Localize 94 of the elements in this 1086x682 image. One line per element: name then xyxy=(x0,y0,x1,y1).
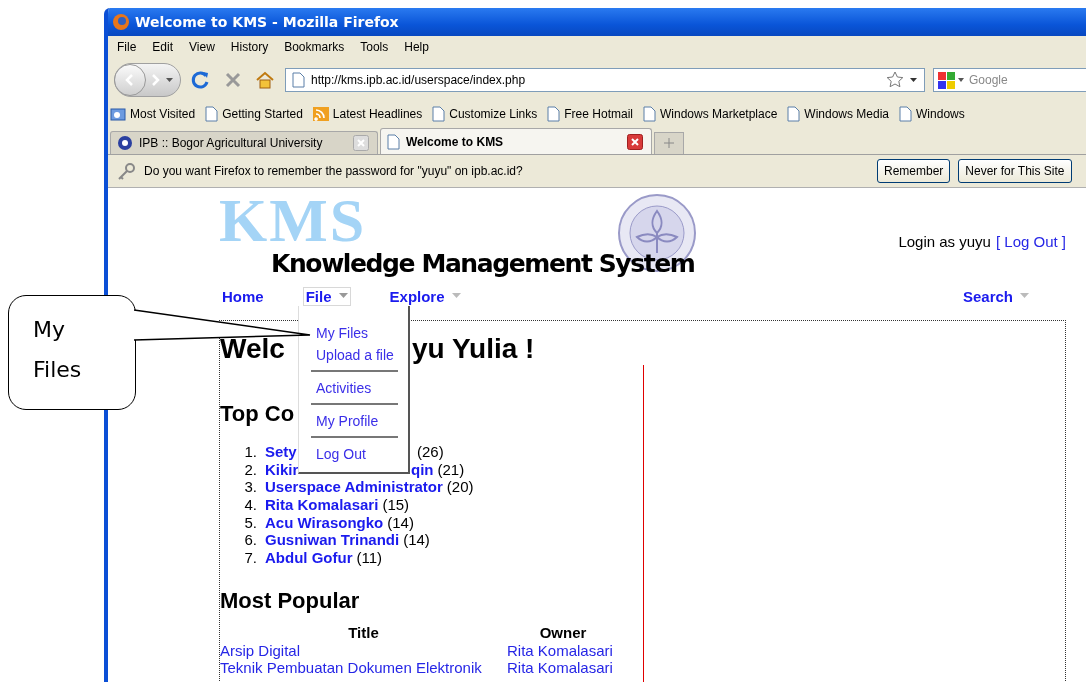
contributor-link[interactable]: Kikir xyxy=(265,460,299,478)
contributor-link[interactable]: Gusniwan Trinandi xyxy=(265,531,400,549)
owner-link[interactable]: Rita Komalasari xyxy=(507,642,619,660)
list-number: 4. xyxy=(243,496,257,514)
column-header: Owner xyxy=(538,624,588,643)
window-title: Welcome to KMS - Mozilla Firefox xyxy=(135,14,399,30)
menu-item[interactable]: File xyxy=(114,38,144,56)
close-icon xyxy=(224,71,242,89)
nav-link[interactable]: File xyxy=(302,286,351,306)
page-icon xyxy=(292,72,305,88)
bookmark-link[interactable]: Windows xyxy=(899,106,965,122)
dropdown-item[interactable]: My Files xyxy=(311,322,398,344)
bookmark-link[interactable]: Getting Started xyxy=(205,106,303,122)
section-heading: Most Popular xyxy=(220,588,360,615)
menu-item[interactable]: Edit xyxy=(149,38,181,56)
star-icon[interactable] xyxy=(886,71,904,89)
document-link[interactable]: Arsip Digital xyxy=(220,642,507,660)
contributor-link[interactable]: Userspace Administrator xyxy=(265,478,443,496)
contribution-count: (20) xyxy=(446,478,474,496)
menu-item[interactable]: View xyxy=(186,38,222,56)
contributor-link[interactable]: Acu Wirasongko xyxy=(265,513,384,531)
logo-title: Knowledge Management System xyxy=(271,248,695,280)
page-icon xyxy=(205,106,219,122)
page-icon xyxy=(387,133,400,150)
list-number: 3. xyxy=(243,478,257,496)
logout-link[interactable]: [ Log Out ] xyxy=(995,232,1066,250)
home-icon xyxy=(255,71,275,89)
browser-logo-icon xyxy=(112,13,130,31)
notification-message: Do you want Firefox to remember the password for "yuyu" on ipb.ac.id? xyxy=(144,164,524,178)
bookmark-link[interactable]: Latest Headlines xyxy=(312,107,423,121)
dropdown-item[interactable]: Activities xyxy=(311,377,398,399)
menu-item[interactable]: Tools xyxy=(357,38,396,56)
contribution-count: (21) xyxy=(437,460,465,478)
dropdown-item[interactable]: Upload a file xyxy=(311,344,398,366)
page-icon xyxy=(787,106,801,122)
plus-icon xyxy=(664,137,674,148)
bookmark-link[interactable]: Most Visited xyxy=(110,107,196,121)
list-number: 6. xyxy=(243,531,257,549)
search-engine-icon[interactable] xyxy=(937,71,965,89)
menu-item[interactable]: Help xyxy=(401,38,436,56)
caret-icon[interactable] xyxy=(910,77,918,83)
new-tab-button[interactable] xyxy=(654,132,684,154)
bookmark-link[interactable]: Windows Marketplace xyxy=(642,106,778,122)
callout-bubble: My Files xyxy=(8,295,136,410)
list-number: 7. xyxy=(243,548,257,566)
contributor-link[interactable]: Rita Komalasari xyxy=(265,496,379,514)
page-icon xyxy=(547,106,561,122)
page-icon xyxy=(432,106,446,122)
section-heading: Top Co xyxy=(220,401,295,427)
close-icon[interactable] xyxy=(627,133,643,150)
contribution-count: (14) xyxy=(403,531,430,549)
contributor-link[interactable]: Abdul Gofur xyxy=(265,548,353,566)
caret-icon[interactable] xyxy=(166,77,174,83)
back-button[interactable] xyxy=(114,64,146,96)
reload-icon xyxy=(191,70,211,90)
back-forward-button[interactable] xyxy=(114,63,181,97)
folder-icon xyxy=(110,107,126,121)
notification-button[interactable]: Remember xyxy=(877,159,951,183)
welcome-heading: Welc xyxy=(220,333,286,365)
page-icon xyxy=(899,106,913,122)
contribution-count: (15) xyxy=(382,496,410,514)
dropdown-item[interactable]: Log Out xyxy=(311,443,398,465)
login-status: Login as yuyu xyxy=(898,232,991,250)
bookmark-link[interactable]: Free Hotmail xyxy=(547,106,633,122)
document-link[interactable]: Teknik Pembuatan Dokumen Elektronik xyxy=(220,659,507,677)
owner-link[interactable]: Rita Komalasari xyxy=(507,659,619,677)
contribution-count: (11) xyxy=(356,548,383,566)
nav-link[interactable]: Explore xyxy=(386,286,464,306)
nav-link[interactable]: Home xyxy=(219,286,267,306)
nav-link[interactable]: Search xyxy=(959,286,1032,306)
logo-letters: KMS xyxy=(219,193,367,247)
globe-icon xyxy=(117,135,133,151)
feed-icon xyxy=(312,107,329,121)
contribution-count: (26) xyxy=(417,443,444,461)
column-header: Title xyxy=(347,624,380,643)
contributor-link[interactable]: qin xyxy=(411,460,434,478)
menu-item[interactable]: Bookmarks xyxy=(281,38,352,56)
welcome-heading: yu Yulia ! xyxy=(412,333,535,365)
key-icon xyxy=(116,162,136,180)
contribution-count: (14) xyxy=(387,513,414,531)
dropdown-item[interactable]: My Profile xyxy=(311,410,398,432)
bookmark-link[interactable]: Windows Media xyxy=(787,106,890,122)
notification-button[interactable]: Never for This Site xyxy=(958,159,1072,183)
address-bar[interactable]: http://kms.ipb.ac.id/userspace/index.php xyxy=(285,68,925,92)
menu-item[interactable]: History xyxy=(227,38,276,56)
browser-tab[interactable]: Welcome to KMS xyxy=(380,128,652,154)
bookmark-link[interactable]: Customize Links xyxy=(432,106,538,122)
list-number: 5. xyxy=(243,513,257,531)
list-number: 1. xyxy=(243,443,257,461)
page-icon xyxy=(642,106,656,122)
contributor-link[interactable]: Sety xyxy=(265,443,299,461)
search-field[interactable]: Google xyxy=(933,68,1086,92)
browser-tab[interactable]: IPB :: Bogor Agricultural University xyxy=(110,131,378,154)
list-number: 2. xyxy=(243,460,257,478)
